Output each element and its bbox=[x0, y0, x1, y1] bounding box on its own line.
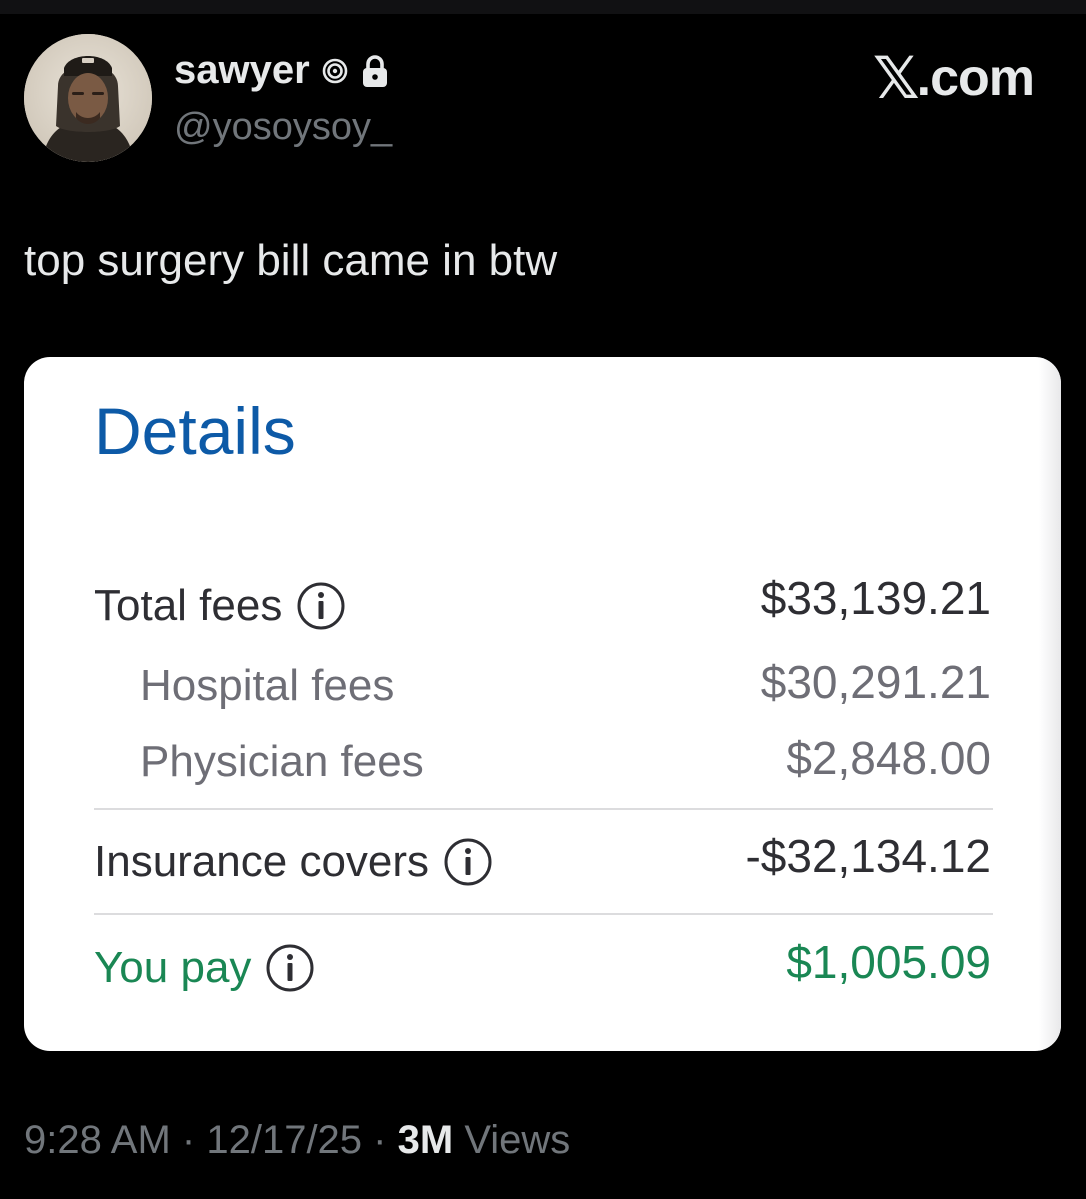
card-edge-shadow bbox=[1039, 357, 1061, 1051]
you-pay-label: You pay bbox=[94, 943, 252, 992]
spiral-icon bbox=[322, 58, 348, 84]
x-com-brand: 𝕏 .com bbox=[872, 44, 1035, 112]
tweet-meta: 9:28 AM · 12/17/25 · 3M Views bbox=[24, 1118, 570, 1163]
physician-fees-label: Physician fees bbox=[140, 737, 424, 786]
insurance-covers-label-row: Insurance covers bbox=[94, 837, 493, 887]
meta-separator: · bbox=[373, 1118, 387, 1162]
hospital-fees-label: Hospital fees bbox=[140, 661, 395, 710]
insurance-covers-label: Insurance covers bbox=[94, 837, 430, 886]
details-title: Details bbox=[94, 394, 296, 468]
display-name-row: sawyer bbox=[174, 48, 390, 93]
divider-line bbox=[94, 913, 993, 915]
views-label: Views bbox=[464, 1118, 571, 1162]
total-fees-label-row: Total fees bbox=[94, 581, 346, 631]
total-fees-info-icon[interactable] bbox=[296, 581, 346, 631]
meta-separator: · bbox=[181, 1118, 196, 1162]
hospital-fees-value: $30,291.21 bbox=[760, 656, 991, 708]
you-pay-label-row: You pay bbox=[94, 943, 315, 993]
physician-fees-value: $2,848.00 bbox=[786, 732, 991, 784]
brand-suffix: .com bbox=[916, 49, 1035, 107]
top-status-strip bbox=[0, 0, 1086, 14]
lock-icon bbox=[360, 54, 390, 88]
attached-bill-image[interactable]: Details Total fees $33,139.21 Hospital f… bbox=[24, 357, 1061, 1051]
tweet-text: top surgery bill came in btw bbox=[24, 236, 558, 285]
user-avatar[interactable] bbox=[24, 34, 152, 162]
you-pay-info-icon[interactable] bbox=[265, 943, 315, 993]
insurance-covers-value: -$32,134.12 bbox=[745, 830, 991, 882]
total-fees-label: Total fees bbox=[94, 581, 283, 630]
divider-line bbox=[94, 808, 993, 810]
you-pay-value: $1,005.09 bbox=[786, 936, 991, 988]
user-handle[interactable]: @yosoysoy_ bbox=[174, 106, 392, 149]
insurance-covers-info-icon[interactable] bbox=[443, 837, 493, 887]
hospital-fees-label-row: Hospital fees bbox=[140, 661, 394, 711]
physician-fees-label-row: Physician fees bbox=[140, 737, 424, 787]
x-logo-icon: 𝕏 bbox=[872, 46, 920, 111]
tweet-time[interactable]: 9:28 AM bbox=[24, 1118, 171, 1162]
tweet-date[interactable]: 12/17/25 bbox=[206, 1118, 362, 1162]
views-count[interactable]: 3M bbox=[398, 1118, 454, 1162]
display-name[interactable]: sawyer bbox=[174, 48, 310, 93]
total-fees-value: $33,139.21 bbox=[760, 572, 991, 624]
avatar-portrait-image bbox=[24, 34, 152, 162]
